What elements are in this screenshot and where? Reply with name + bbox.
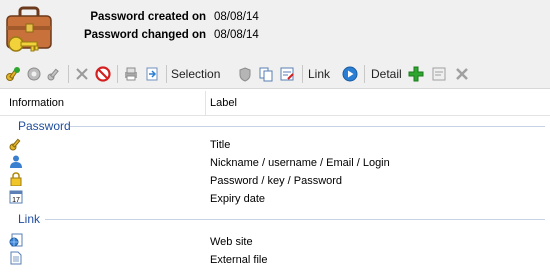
add-icon[interactable] — [408, 66, 424, 82]
group-divider — [45, 219, 545, 220]
column-header: Information Label — [0, 91, 550, 116]
group-password-title[interactable]: Password — [18, 119, 71, 133]
document-icon — [9, 251, 23, 265]
toolbar-separator — [364, 65, 365, 83]
toolbar-separator — [117, 65, 118, 83]
row-label[interactable]: Nickname / username / Email / Login — [210, 156, 390, 170]
forbidden-icon[interactable] — [95, 66, 111, 82]
calendar-icon: 17 — [9, 190, 23, 204]
group-divider — [70, 126, 545, 127]
detail-label[interactable]: Detail — [371, 66, 402, 82]
user-icon — [9, 154, 23, 168]
row-label[interactable]: External file — [210, 253, 267, 267]
play-icon[interactable] — [342, 66, 358, 82]
header-panel: Password created on 08/08/14 Password cha… — [0, 0, 550, 60]
row-label[interactable]: Web site — [210, 235, 253, 249]
key-tool-icon[interactable] — [46, 66, 62, 82]
column-information[interactable]: Information — [9, 97, 64, 109]
export-icon[interactable] — [144, 66, 160, 82]
delete-icon[interactable] — [454, 66, 470, 82]
print-icon[interactable] — [123, 66, 139, 82]
group-link-title[interactable]: Link — [18, 212, 40, 226]
copy-icon[interactable] — [258, 66, 274, 82]
gear-icon[interactable] — [26, 66, 42, 82]
created-value: 08/08/14 — [214, 11, 259, 23]
cut-key-icon[interactable] — [74, 66, 90, 82]
row-label[interactable]: Expiry date — [210, 192, 265, 206]
created-label: Password created on — [90, 11, 206, 23]
column-divider[interactable] — [205, 91, 206, 115]
svg-text:17: 17 — [12, 197, 20, 204]
shield-icon[interactable] — [237, 66, 253, 82]
created-row: Password created on 08/08/14 — [60, 10, 340, 24]
changed-label: Password changed on — [83, 29, 206, 41]
add-password-icon[interactable] — [5, 66, 21, 82]
toolbar: Selection Link Detail — [0, 60, 550, 89]
edit-icon[interactable] — [431, 66, 447, 82]
toolbar-separator — [68, 65, 69, 83]
changed-value: 08/08/14 — [214, 29, 259, 41]
column-label[interactable]: Label — [210, 97, 237, 109]
edit-form-icon[interactable] — [279, 66, 295, 82]
padlock-icon — [9, 172, 23, 187]
toolbar-separator — [166, 65, 167, 83]
briefcase-key-icon — [4, 4, 54, 56]
row-label[interactable]: Password / key / Password — [210, 174, 342, 188]
row-label[interactable]: Title — [210, 138, 230, 152]
web-page-icon — [9, 233, 23, 247]
link-label[interactable]: Link — [308, 66, 330, 82]
key-icon — [9, 137, 23, 151]
selection-label[interactable]: Selection — [171, 66, 220, 82]
changed-row: Password changed on 08/08/14 — [60, 28, 340, 42]
toolbar-separator — [302, 65, 303, 83]
